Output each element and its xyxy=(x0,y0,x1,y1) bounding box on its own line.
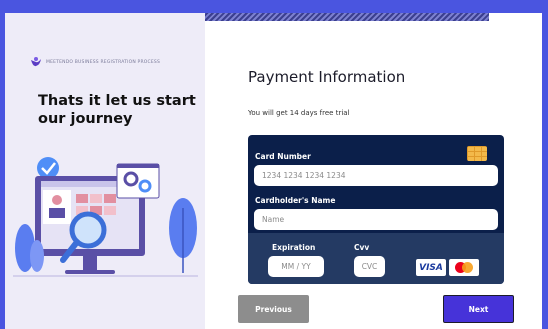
cardholder-name-label: Cardholder's Name xyxy=(255,196,336,205)
page-title: Payment Information xyxy=(248,68,406,86)
next-button[interactable]: Next xyxy=(443,295,514,323)
credit-card-form: Card Number 1234 1234 1234 1234 Cardhold… xyxy=(248,135,504,284)
brand: MEETENDO BUSINESS REGISTRATION PROCESS xyxy=(30,56,160,68)
brand-logo-icon xyxy=(31,57,41,67)
previous-button[interactable]: Previous xyxy=(238,295,309,323)
cvv-label: Cvv xyxy=(354,243,370,252)
trial-subtitle: You will get 14 days free trial xyxy=(248,109,350,117)
cvv-input[interactable]: CVC xyxy=(354,256,385,277)
brand-name: MEETENDO BUSINESS REGISTRATION PROCESS xyxy=(46,59,161,65)
mastercard-logo-icon xyxy=(449,259,479,276)
cardholder-name-input[interactable]: Name xyxy=(254,209,498,230)
visa-logo-icon: VISA xyxy=(416,259,446,276)
progress-stripe xyxy=(205,13,489,21)
card-number-label: Card Number xyxy=(255,152,311,161)
card-number-input[interactable]: 1234 1234 1234 1234 xyxy=(254,165,498,186)
expiration-input[interactable]: MM / YY xyxy=(268,256,324,277)
expiration-label: Expiration xyxy=(272,243,316,252)
card-chip-icon xyxy=(467,146,487,161)
illustration-monitor-icon xyxy=(13,157,198,277)
headline: Thats it let us start our journey xyxy=(38,93,196,127)
